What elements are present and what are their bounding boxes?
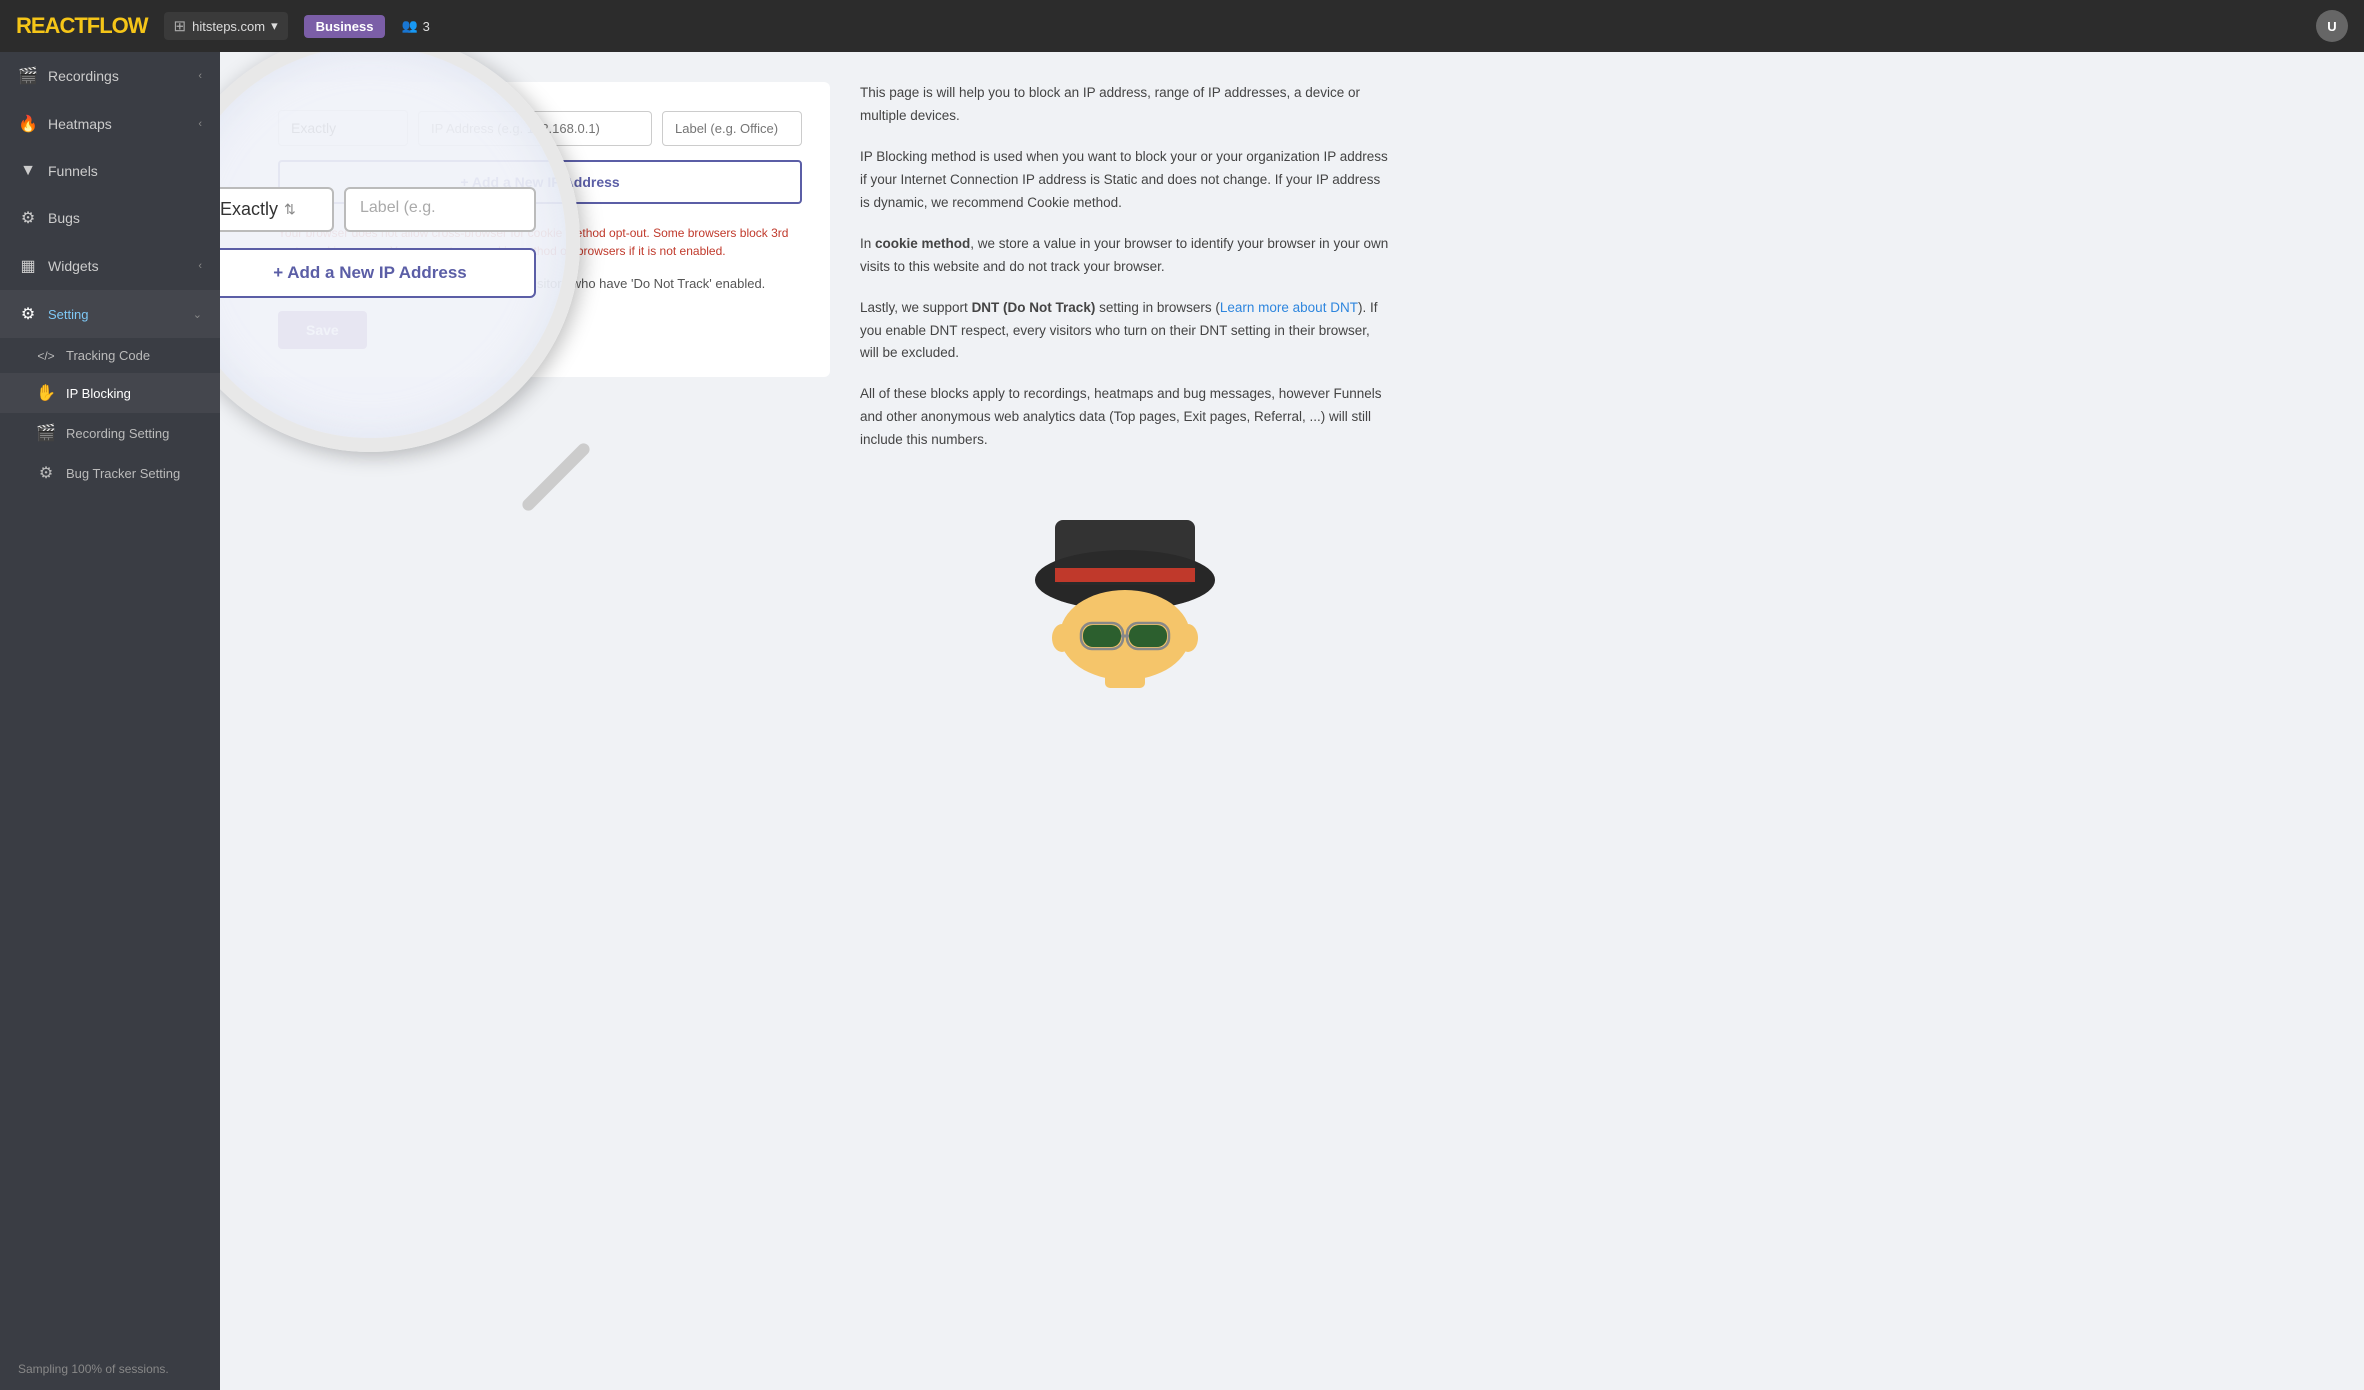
sidebar-item-setting[interactable]: ⚙ Setting ⌄ <box>0 290 220 338</box>
users-icon: 👥 <box>401 18 417 34</box>
bug-tracker-setting-icon: ⚙ <box>36 463 56 483</box>
top-navigation: REACTFLOW ⊞ hitsteps.com ▾ Business 👥 3 … <box>0 0 2364 52</box>
sidebar-item-bug-tracker-setting[interactable]: ⚙ Bug Tracker Setting <box>0 453 220 493</box>
site-icon: ⊞ <box>174 17 187 35</box>
widgets-icon: ▦ <box>18 256 38 276</box>
dnt-row: Respect DNT settings and do not track vi… <box>278 276 802 291</box>
sidebar-item-recordings[interactable]: 🎬 Recordings ‹ <box>0 52 220 100</box>
site-name: hitsteps.com <box>192 19 265 34</box>
sidebar-item-label: Widgets <box>48 258 99 274</box>
sidebar-item-label: Funnels <box>48 163 98 179</box>
recordings-icon: 🎬 <box>18 66 38 86</box>
ip-blocking-icon: ✋ <box>36 383 56 403</box>
magnify-handle <box>520 441 592 513</box>
sidebar-sub-label: Recording Setting <box>66 426 169 441</box>
sidebar-item-funnels[interactable]: ▼ Funnels <box>0 148 220 194</box>
sidebar-item-recording-setting[interactable]: 🎬 Recording Setting <box>0 413 220 453</box>
chevron-right-icon: ‹ <box>198 118 202 130</box>
funnels-icon: ▼ <box>18 162 38 180</box>
cookie-warning-text: Your browser does not allow cross-browse… <box>278 224 802 260</box>
info-p3: In cookie method, we store a value in yo… <box>860 233 1390 279</box>
logo-react: REACT <box>16 13 87 38</box>
save-button[interactable]: Save <box>278 311 367 349</box>
tracking-code-icon: </> <box>36 349 56 363</box>
sidebar-item-ip-blocking[interactable]: ✋ IP Blocking <box>0 373 220 413</box>
label-input[interactable] <box>662 111 802 146</box>
sidebar-item-bugs[interactable]: ⚙ Bugs <box>0 194 220 242</box>
sidebar: 🎬 Recordings ‹ 🔥 Heatmaps ‹ ▼ Funnels ⚙ … <box>0 52 220 1390</box>
info-p1: This page is will help you to block an I… <box>860 82 1390 128</box>
users-count: 3 <box>423 19 430 34</box>
content-area: Exactly Starts with Ends with Contains +… <box>250 82 830 710</box>
dnt-bold: DNT (Do Not Track) <box>972 300 1096 315</box>
recording-setting-icon: 🎬 <box>36 423 56 443</box>
dnt-learn-more-link[interactable]: Learn more about DNT <box>1220 300 1358 315</box>
sampling-info: Sampling 100% of sessions. <box>0 1348 220 1390</box>
hat-illustration <box>1005 490 1245 690</box>
info-p2: IP Blocking method is used when you want… <box>860 146 1390 215</box>
dnt-checkbox[interactable] <box>278 278 291 291</box>
plan-badge: Business <box>304 15 386 38</box>
chevron-down-icon: ▾ <box>271 18 278 34</box>
sidebar-item-label: Setting <box>48 307 88 322</box>
chevron-down-icon: ⌄ <box>193 308 202 321</box>
topnav-right: U <box>2316 10 2348 42</box>
chevron-right-icon: ‹ <box>198 70 202 82</box>
add-ip-button[interactable]: + Add a New IP Address <box>278 160 802 204</box>
sidebar-item-label: Recordings <box>48 68 119 84</box>
site-selector[interactable]: ⊞ hitsteps.com ▾ <box>164 12 288 40</box>
users-badge: 👥 3 <box>401 18 429 34</box>
app-logo: REACTFLOW <box>16 13 148 39</box>
chevron-right-icon: ‹ <box>198 260 202 272</box>
dnt-label: Respect DNT settings and do not track vi… <box>301 276 765 291</box>
sidebar-sub-label: Tracking Code <box>66 348 150 363</box>
sidebar-item-widgets[interactable]: ▦ Widgets ‹ <box>0 242 220 290</box>
logo-flow: FLOW <box>87 13 148 38</box>
match-type-select[interactable]: Exactly Starts with Ends with Contains <box>278 110 408 146</box>
sidebar-item-label: Bugs <box>48 210 80 226</box>
info-p4: Lastly, we support DNT (Do Not Track) se… <box>860 297 1390 366</box>
avatar[interactable]: U <box>2316 10 2348 42</box>
sidebar-sub-label: IP Blocking <box>66 386 131 401</box>
ip-input-row: Exactly Starts with Ends with Contains <box>278 110 802 146</box>
sidebar-item-heatmaps[interactable]: 🔥 Heatmaps ‹ <box>0 100 220 148</box>
app-body: 🎬 Recordings ‹ 🔥 Heatmaps ‹ ▼ Funnels ⚙ … <box>0 52 2364 1390</box>
content-wrapper: Exactly Starts with Ends with Contains +… <box>220 52 1420 740</box>
info-panel: This page is will help you to block an I… <box>830 82 1390 710</box>
ip-panel: Exactly Starts with Ends with Contains +… <box>250 82 830 377</box>
bugs-icon: ⚙ <box>18 208 38 228</box>
main-content: Exactly Starts with Ends with Contains +… <box>220 52 2364 1390</box>
setting-icon: ⚙ <box>18 304 38 324</box>
sidebar-item-label: Heatmaps <box>48 116 112 132</box>
ip-address-input[interactable] <box>418 111 652 146</box>
cookie-method-bold: cookie method <box>875 236 970 251</box>
hat-illustration-area <box>860 470 1390 710</box>
sidebar-sub-label: Bug Tracker Setting <box>66 466 180 481</box>
info-p5: All of these blocks apply to recordings,… <box>860 383 1390 452</box>
heatmaps-icon: 🔥 <box>18 114 38 134</box>
sidebar-item-tracking-code[interactable]: </> Tracking Code <box>0 338 220 373</box>
